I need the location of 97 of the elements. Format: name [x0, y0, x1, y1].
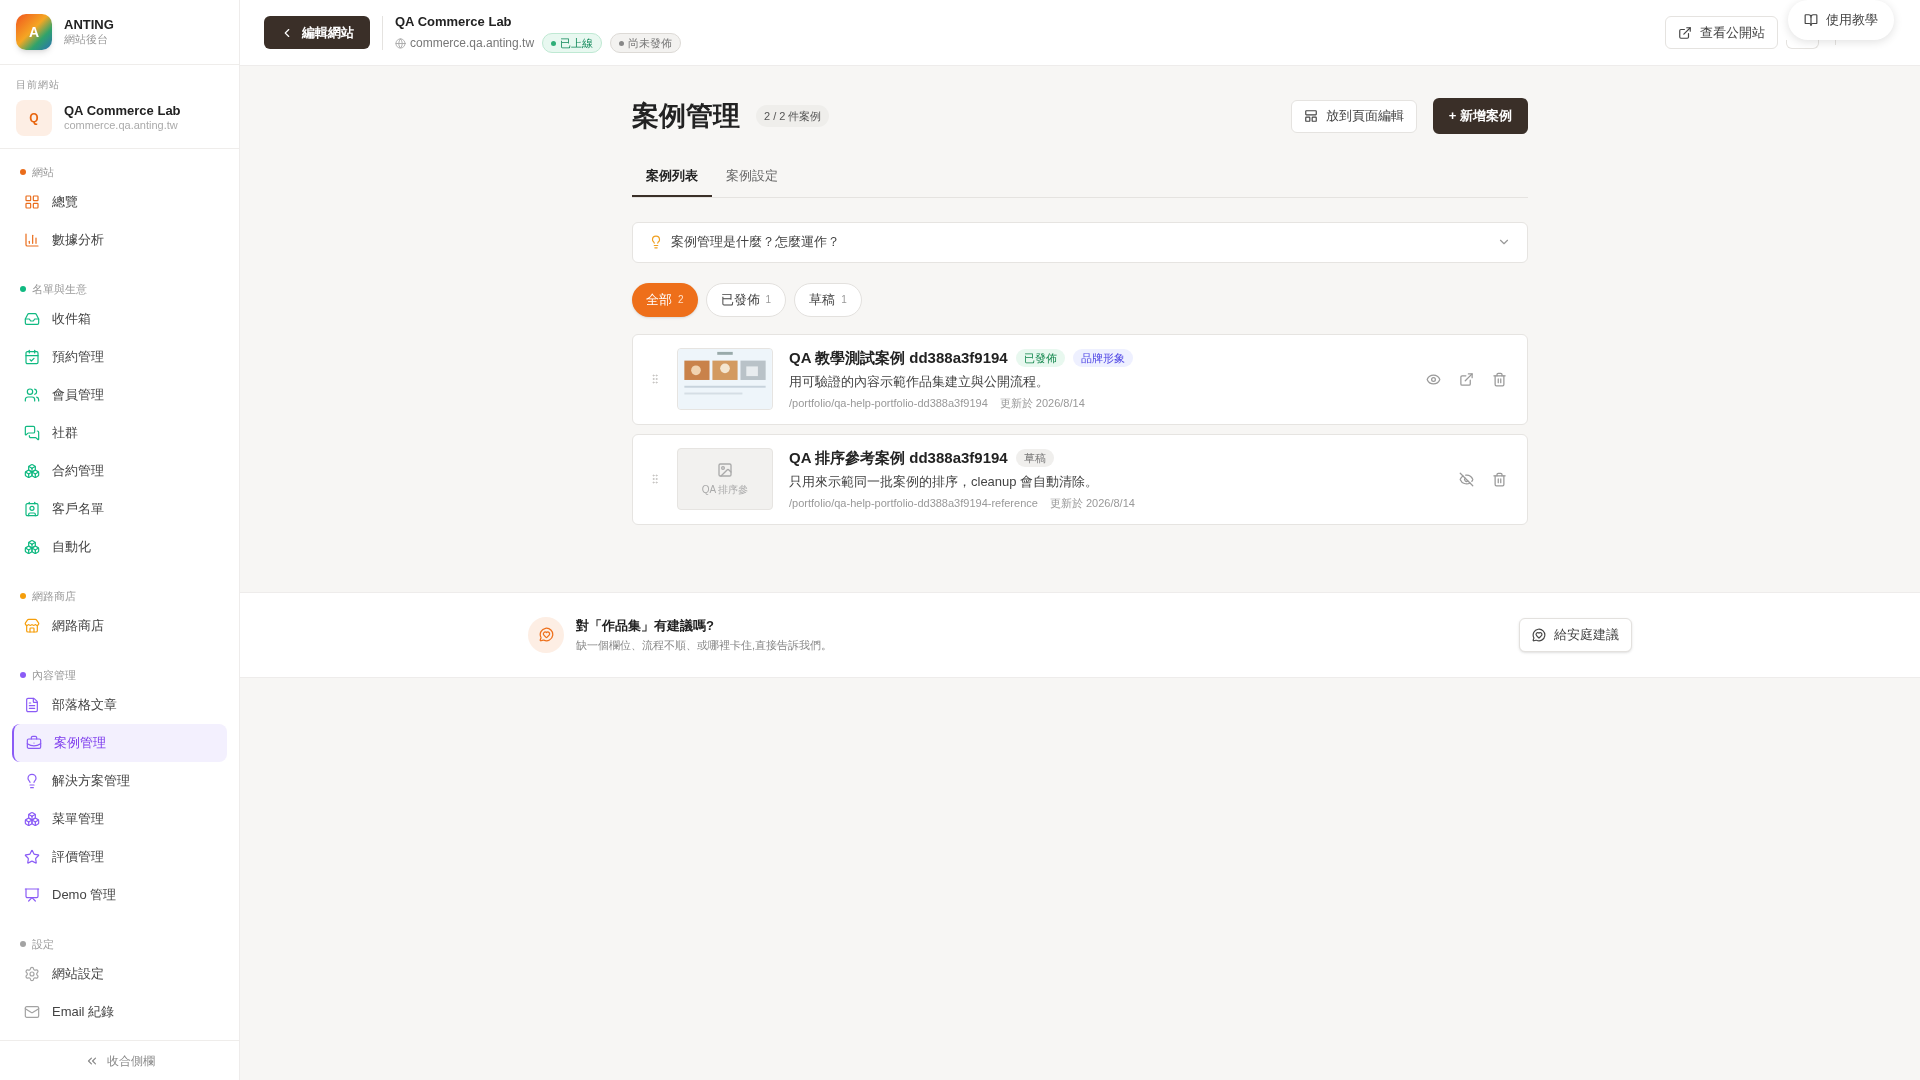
tab[interactable]: 案例列表 [632, 162, 712, 197]
trash-icon[interactable] [1492, 471, 1507, 487]
filter-chip[interactable]: 草稿 1 [794, 282, 862, 317]
case-description: 只用來示範同一批案例的排序，cleanup 會自動清除。 [789, 473, 1100, 492]
layout-icon [1303, 109, 1318, 123]
image-icon [717, 461, 733, 478]
back-button[interactable]: 編輯網站 [264, 16, 370, 49]
mail-icon [24, 1004, 40, 1020]
category-tag: 品牌形象 [1072, 349, 1133, 367]
sidebar-item[interactable]: 案例管理 [12, 724, 227, 762]
drag-handle-icon[interactable] [649, 473, 661, 485]
case-description: 用可驗證的內容示範作品集建立與公開流程。 [789, 373, 1050, 392]
site-avatar: Q [16, 100, 52, 136]
lightbulb-icon [649, 235, 663, 249]
feedback-subtitle: 缺一個欄位、流程不順、或哪裡卡住,直接告訴我們。 [576, 638, 833, 653]
chat-heart-icon [1532, 627, 1546, 642]
status-badge: 尚未發佈 [610, 33, 682, 54]
book-icon [1804, 13, 1818, 27]
bar-chart-icon [24, 232, 40, 248]
presentation-icon [24, 887, 40, 903]
globe-icon [395, 37, 406, 49]
contact-card-icon [24, 501, 40, 517]
sidebar-item[interactable]: 客戶名單 [12, 490, 227, 528]
case-title: QA 教學測試案例 dd388a3f9194 [789, 347, 1008, 368]
boxes-icon [24, 539, 40, 555]
section-label: 名單與生意 [32, 281, 87, 297]
document-icon [24, 697, 40, 713]
section-label: 目前網站 [16, 78, 61, 92]
case-path: /portfolio/qa-help-portfolio-dd388a3f9194 [789, 395, 988, 411]
feedback-icon [528, 616, 564, 653]
external-link-icon[interactable] [1459, 371, 1474, 387]
view-site-button[interactable]: 查看公開站 [1665, 16, 1778, 49]
sidebar-item[interactable]: 預約管理 [12, 338, 227, 376]
site-name: QA Commerce Lab [395, 12, 513, 31]
site-domain: commerce.qa.anting.tw [64, 119, 179, 133]
external-link-icon [1678, 25, 1692, 40]
section-label: 網站 [32, 164, 54, 180]
section-label: 設定 [32, 936, 54, 952]
feedback-button[interactable]: 給安庭建議 [1519, 617, 1632, 652]
users-icon [24, 387, 40, 403]
case-card[interactable]: QA 教學測試案例 dd388a3f9194 已發佈 品牌形象 用可驗證的內容示範作品集建立與公開流程。 /portfolio/qa-help-portfolio-dd388a3f9194 更新於 2026/8/14 [632, 333, 1528, 425]
sidebar-item[interactable]: 評價管理 [12, 838, 227, 876]
trash-icon[interactable] [1492, 371, 1507, 387]
help-accordion[interactable]: 案例管理是什麼？怎麼運作？ [632, 221, 1528, 263]
sidebar-item[interactable]: 網站設定 [12, 955, 227, 993]
eye-off-icon[interactable] [1459, 471, 1474, 487]
thumbnail-placeholder: QA 排序參 [677, 448, 773, 510]
sidebar-item[interactable]: 網路商店 [12, 607, 227, 645]
status-badge: 已發佈 [1015, 349, 1065, 367]
new-case-button[interactable]: + 新增案例 [1432, 98, 1528, 134]
boxes-icon [24, 811, 40, 827]
updated-date: 更新於 2026/8/14 [999, 395, 1085, 411]
star-icon [24, 849, 40, 865]
filter-chip[interactable]: 已發佈 1 [705, 282, 787, 317]
site-domain: commerce.qa.anting.tw [410, 35, 535, 53]
brand-name: ANTING [64, 17, 114, 34]
briefcase-icon [26, 735, 42, 751]
sidebar-item[interactable]: 總覽 [12, 183, 227, 221]
tab[interactable]: 案例設定 [712, 162, 792, 197]
sidebar-item[interactable]: 解決方案管理 [12, 762, 227, 800]
sidebar-item[interactable]: 數據分析 [12, 221, 227, 259]
section-label: 網路商店 [32, 588, 76, 604]
chat-icon [24, 425, 40, 441]
brand-logo: A [16, 14, 52, 50]
status-badge: 草稿 [1015, 449, 1054, 467]
case-path: /portfolio/qa-help-portfolio-dd388a3f9194-reference [789, 495, 1038, 511]
store-icon [24, 618, 40, 634]
settings-icon [24, 966, 40, 982]
site-name: QA Commerce Lab [64, 103, 181, 120]
page-title: 案例管理 [632, 99, 740, 133]
status-badge: 已上線 [542, 33, 603, 54]
sidebar-item[interactable]: 部落格文章 [12, 686, 227, 724]
sidebar-item[interactable]: 會員管理 [12, 376, 227, 414]
brand-subtitle: 網站後台 [64, 33, 109, 47]
section-label: 內容管理 [32, 667, 76, 683]
case-title: QA 排序參考案例 dd388a3f9194 [789, 447, 1008, 468]
sidebar-item[interactable]: Email 紀錄 [12, 993, 227, 1031]
boxes-icon [24, 463, 40, 479]
sidebar-item[interactable]: 菜單管理 [12, 800, 227, 838]
lightbulb-icon [24, 773, 40, 789]
tutorial-button[interactable]: 使用教學 [1788, 0, 1894, 40]
case-card[interactable]: QA 排序參 QA 排序參考案例 dd388a3f9194 草稿 只用來示範同一批案例的排序，cleanup 會自動清除。 /portfolio/qa-help-portfolio-dd388a3f9194-reference 更新於 2026/8/14 [632, 433, 1528, 525]
calendar-icon [24, 349, 40, 365]
drag-handle-icon[interactable] [649, 373, 661, 385]
sidebar-item[interactable]: 自動化 [12, 528, 227, 566]
feedback-title: 對「作品集」有建議嗎? [576, 616, 715, 635]
count-badge: 2 / 2 件案例 [756, 105, 830, 127]
updated-date: 更新於 2026/8/14 [1049, 495, 1135, 511]
sidebar-item[interactable]: Demo 管理 [12, 876, 227, 914]
sidebar-item[interactable]: 合約管理 [12, 452, 227, 490]
eye-icon[interactable] [1426, 371, 1441, 387]
sidebar-item[interactable]: 收件箱 [12, 300, 227, 338]
page-edit-button[interactable]: 放到頁面編輯 [1290, 99, 1417, 133]
grid-icon [24, 194, 40, 210]
collapse-sidebar-button[interactable]: 收合側欄 [0, 1040, 239, 1080]
sidebar-item[interactable]: 社群 [12, 414, 227, 452]
inbox-icon [24, 311, 40, 327]
